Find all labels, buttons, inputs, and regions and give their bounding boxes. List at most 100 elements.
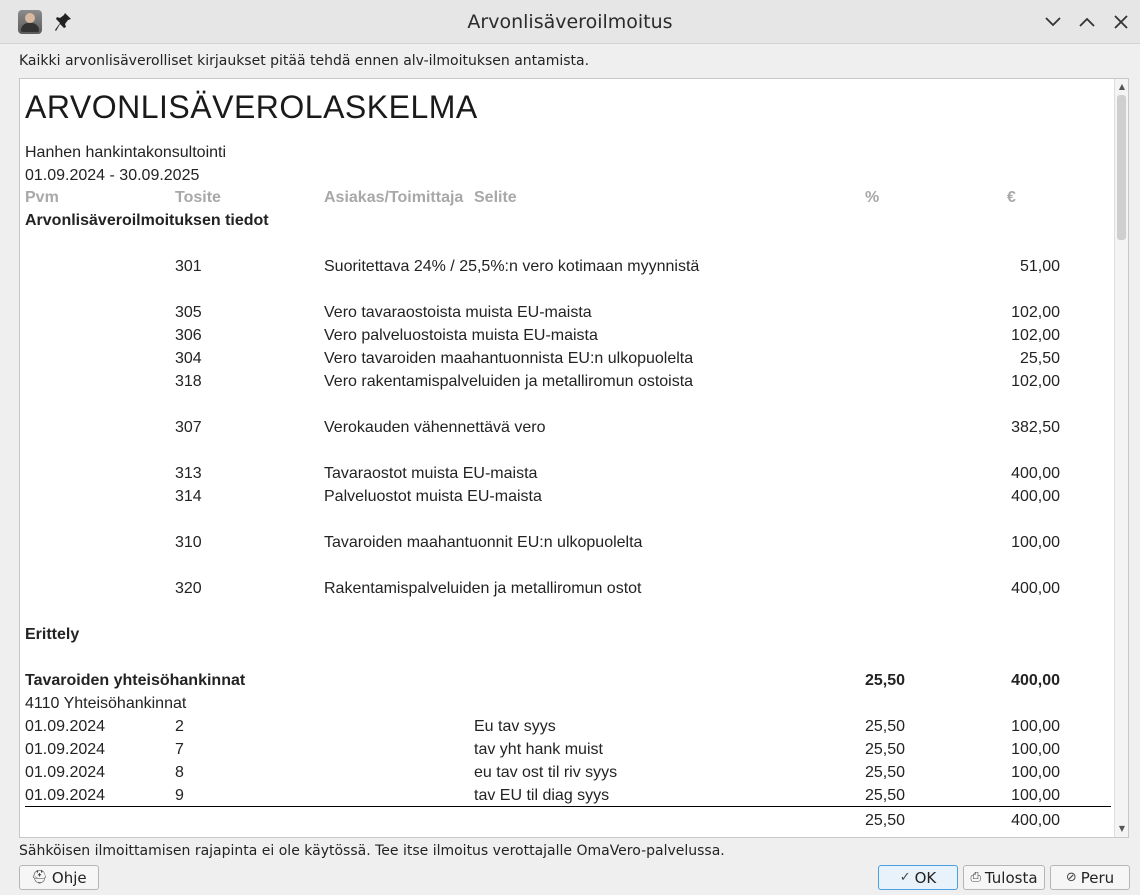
print-button-label: Tulosta <box>984 868 1038 887</box>
row-description: Tavaroiden maahantuonnit EU:n ulkopuolel… <box>324 534 643 551</box>
section-title-declaration: Arvonlisäveroilmoituksen tiedot <box>25 212 269 229</box>
total-divider <box>25 806 1111 807</box>
row-amount: 100,00 <box>1011 534 1060 551</box>
entry-text: tav yht hank muist <box>474 741 603 758</box>
entry-percent: 25,50 <box>864 718 905 735</box>
report-view[interactable]: ARVONLISÄVEROLASKELMA Hanhen hankintakon… <box>19 78 1129 838</box>
row-description: Verokauden vähennettävä vero <box>324 419 546 436</box>
declaration-row: 305 Vero tavaraostoista muista EU-maista… <box>20 304 1115 326</box>
help-icon: ⛑ <box>31 870 48 885</box>
row-amount: 51,00 <box>1019 258 1060 275</box>
entry-amount: 100,00 <box>1011 787 1060 804</box>
total-row: 25,50 400,00 <box>20 812 1115 834</box>
entry-voucher: 2 <box>175 718 184 735</box>
info-message-top: Kaikki arvonlisäverolliset kirjaukset pi… <box>19 53 590 69</box>
ok-button[interactable]: ✓ OK <box>878 865 958 890</box>
entry-voucher: 7 <box>175 741 184 758</box>
column-header-date: Pvm <box>25 189 59 206</box>
row-amount: 102,00 <box>1011 304 1060 321</box>
entry-amount: 100,00 <box>1011 718 1060 735</box>
help-button[interactable]: ⛑ Ohje <box>19 865 99 890</box>
row-amount: 382,50 <box>1011 419 1060 436</box>
entry-text: tav EU til diag syys <box>474 787 610 804</box>
report-title: ARVONLISÄVEROLASKELMA <box>25 89 478 125</box>
cancel-icon: ⊘ <box>1065 870 1077 885</box>
row-description: Vero tavaraostoista muista EU-maista <box>324 304 592 321</box>
row-code: 304 <box>175 350 202 367</box>
row-code: 313 <box>175 465 202 482</box>
row-description: Rakentamispalveluiden ja metalliromun os… <box>324 580 642 597</box>
scroll-up-icon[interactable]: ▲ <box>1117 81 1127 93</box>
maximize-icon[interactable] <box>1075 10 1099 34</box>
entry-date: 01.09.2024 <box>25 764 106 781</box>
entry-text: Eu tav syys <box>474 718 556 735</box>
row-description: Palveluostot muista EU-maista <box>324 488 542 505</box>
close-icon[interactable] <box>1109 10 1133 34</box>
declaration-row: 310 Tavaroiden maahantuonnit EU:n ulkopu… <box>20 534 1115 556</box>
row-description: Vero palveluostoista muista EU-maista <box>324 327 598 344</box>
info-message-bottom: Sähköisen ilmoittamisen rajapinta ei ole… <box>19 843 725 859</box>
report-content: ARVONLISÄVEROLASKELMA Hanhen hankintakon… <box>20 79 1115 837</box>
entry-amount: 100,00 <box>1011 764 1060 781</box>
minimize-icon[interactable] <box>1041 10 1065 34</box>
entry-date: 01.09.2024 <box>25 741 106 758</box>
row-code: 301 <box>175 258 202 275</box>
column-header-voucher: Tosite <box>175 189 221 206</box>
declaration-row: 313 Tavaraostot muista EU-maista 400,00 <box>20 465 1115 487</box>
printer-icon: ⎙ <box>970 870 981 885</box>
declaration-row: 318 Vero rakentamispalveluiden ja metall… <box>20 373 1115 395</box>
column-header-party: Asiakas/Toimittaja <box>324 189 464 206</box>
entry-row: 01.09.2024 2 Eu tav syys 25,50 100,00 <box>20 718 1115 740</box>
scrollbar-thumb[interactable] <box>1117 95 1126 240</box>
row-description: Suoritettava 24% / 25,5%:n vero kotimaan… <box>324 258 700 275</box>
row-amount: 400,00 <box>1011 488 1060 505</box>
declaration-row: 320 Rakentamispalveluiden ja metalliromu… <box>20 580 1115 602</box>
row-code: 320 <box>175 580 202 597</box>
row-amount: 102,00 <box>1011 327 1060 344</box>
entry-text: eu tav ost til riv syys <box>474 764 618 781</box>
row-code: 318 <box>175 373 202 390</box>
row-amount: 400,00 <box>1011 465 1060 482</box>
entry-percent: 25,50 <box>864 787 905 804</box>
entry-row: 01.09.2024 8 eu tav ost til riv syys 25,… <box>20 764 1115 786</box>
ok-button-label: OK <box>914 868 937 887</box>
row-code: 306 <box>175 327 202 344</box>
account-label: 4110 Yhteisöhankinnat <box>25 695 187 712</box>
group-percent: 25,50 <box>864 672 905 689</box>
account-row: 4110 Yhteisöhankinnat <box>20 695 1115 717</box>
vertical-scrollbar[interactable]: ▲ ▼ <box>1114 79 1128 837</box>
report-period: 01.09.2024 - 30.09.2025 <box>25 167 200 184</box>
entry-date: 01.09.2024 <box>25 787 106 804</box>
row-code: 314 <box>175 488 202 505</box>
row-code: 310 <box>175 534 202 551</box>
row-amount: 400,00 <box>1011 580 1060 597</box>
entry-date: 01.09.2024 <box>25 718 106 735</box>
section-title-breakdown: Erittely <box>25 626 80 643</box>
row-code: 305 <box>175 304 202 321</box>
window-title: Arvonlisäveroilmoitus <box>467 11 673 33</box>
entry-percent: 25,50 <box>864 764 905 781</box>
total-amount: 400,00 <box>1011 812 1060 829</box>
scroll-down-icon[interactable]: ▼ <box>1117 823 1127 835</box>
declaration-row: 301 Suoritettava 24% / 25,5%:n vero koti… <box>20 258 1115 280</box>
row-amount: 25,50 <box>1019 350 1060 367</box>
print-button[interactable]: ⎙ Tulosta <box>963 865 1045 890</box>
cancel-button-label: Peru <box>1080 868 1115 887</box>
group-amount: 400,00 <box>1011 672 1060 689</box>
entry-percent: 25,50 <box>864 741 905 758</box>
group-header-row: Tavaroiden yhteisöhankinnat 25,50 400,00 <box>20 672 1115 694</box>
row-code: 307 <box>175 419 202 436</box>
column-header-text: Selite <box>474 189 517 206</box>
row-amount: 102,00 <box>1011 373 1060 390</box>
declaration-row: 304 Vero tavaroiden maahantuonnista EU:n… <box>20 350 1115 372</box>
check-icon: ✓ <box>899 870 911 885</box>
help-button-label: Ohje <box>51 868 87 887</box>
company-name: Hanhen hankintakonsultointi <box>25 144 227 161</box>
total-percent: 25,50 <box>864 812 905 829</box>
cancel-button[interactable]: ⊘ Peru <box>1050 865 1130 890</box>
declaration-row: 306 Vero palveluostoista muista EU-maist… <box>20 327 1115 349</box>
declaration-row: 314 Palveluostot muista EU-maista 400,00 <box>20 488 1115 510</box>
declaration-row: 307 Verokauden vähennettävä vero 382,50 <box>20 419 1115 441</box>
group-title: Tavaroiden yhteisöhankinnat <box>25 672 246 689</box>
row-description: Tavaraostot muista EU-maista <box>324 465 538 482</box>
